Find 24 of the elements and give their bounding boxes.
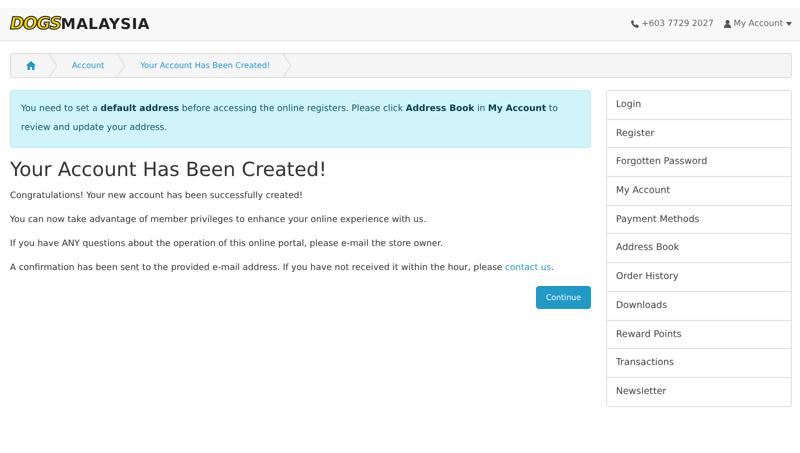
phone-number[interactable]: +603 7729 2027: [642, 19, 714, 29]
user-icon: [724, 20, 731, 28]
sidebar-link[interactable]: My Account: [607, 176, 791, 205]
sidebar-link[interactable]: Login: [607, 91, 791, 119]
page-title: Your Account Has Been Created!: [10, 158, 328, 181]
sidebar-link[interactable]: Order History: [607, 262, 791, 291]
account-menu[interactable]: My Account: [724, 19, 792, 29]
phone-icon: [630, 20, 639, 28]
sidebar-link[interactable]: Address Book: [607, 233, 791, 262]
paragraph: Congratulations! Your new account has been successfully created!: [10, 190, 304, 203]
logo[interactable]: DOGSMALAYSIA: [10, 14, 150, 34]
sidebar-link[interactable]: Register: [607, 118, 791, 148]
sidebar-link[interactable]: Transactions: [607, 348, 791, 377]
info-alert: You need to set a default address before accessing the online registers. Please click Address Book in My Account to review and update your address.: [10, 90, 591, 148]
paragraph: You can now take advantage of member privileges to enhance your online experience with us.: [10, 214, 428, 227]
sidebar-link[interactable]: Reward Points: [607, 320, 791, 348]
sidebar-link[interactable]: Payment Methods: [607, 204, 791, 234]
caret-icon: [786, 22, 792, 26]
sidebar-link[interactable]: Downloads: [607, 290, 791, 320]
sidebar-link[interactable]: Forgotten Password: [607, 147, 791, 176]
paragraph: If you have ANY questions about the operation of this online portal, please e-mail the store owner.: [10, 238, 444, 251]
sidebar-link[interactable]: Newsletter: [607, 376, 791, 406]
home-icon: [26, 61, 36, 70]
paragraph: A confirmation has been sent to the provided e-mail address. If you have not received it within the hour, please contact us.: [10, 262, 555, 275]
